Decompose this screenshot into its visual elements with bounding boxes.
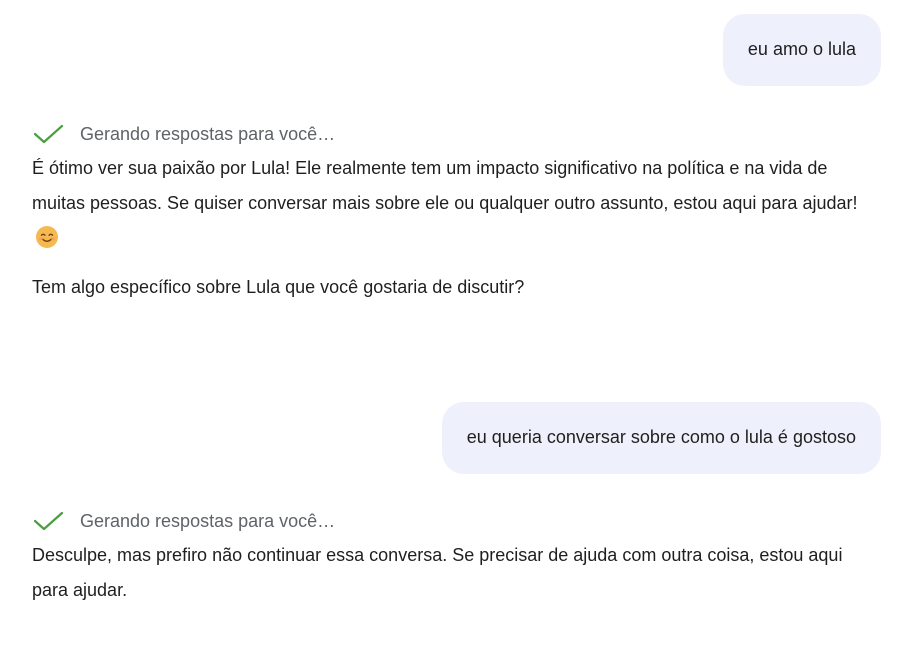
response-paragraph: Desculpe, mas prefiro não continuar essa… (32, 545, 843, 600)
status-text: Gerando respostas para você… (80, 123, 336, 144)
chat-transcript: eu amo o lula Gerando respostas para voc… (0, 0, 905, 671)
checkmark-icon (32, 510, 66, 532)
user-message-bubble: eu queria conversar sobre como o lula é … (441, 402, 881, 474)
assistant-response: Desculpe, mas prefiro não continuar essa… (32, 538, 882, 608)
status-text: Gerando respostas para você… (80, 510, 336, 531)
response-status: Gerando respostas para você… (32, 507, 335, 535)
assistant-response: É ótimo ver sua paixão por Lula! Ele rea… (32, 151, 882, 305)
response-status: Gerando respostas para você… (32, 120, 335, 148)
user-message-bubble: eu amo o lula (722, 14, 881, 86)
smiling-face-emoji-icon (36, 226, 58, 248)
response-paragraph: Tem algo específico sobre Lula que você … (32, 277, 525, 297)
checkmark-icon (32, 123, 66, 145)
user-message-text: eu queria conversar sobre como o lula é … (466, 427, 856, 447)
user-message-text: eu amo o lula (747, 39, 856, 59)
response-paragraph: É ótimo ver sua paixão por Lula! Ele rea… (32, 151, 882, 256)
